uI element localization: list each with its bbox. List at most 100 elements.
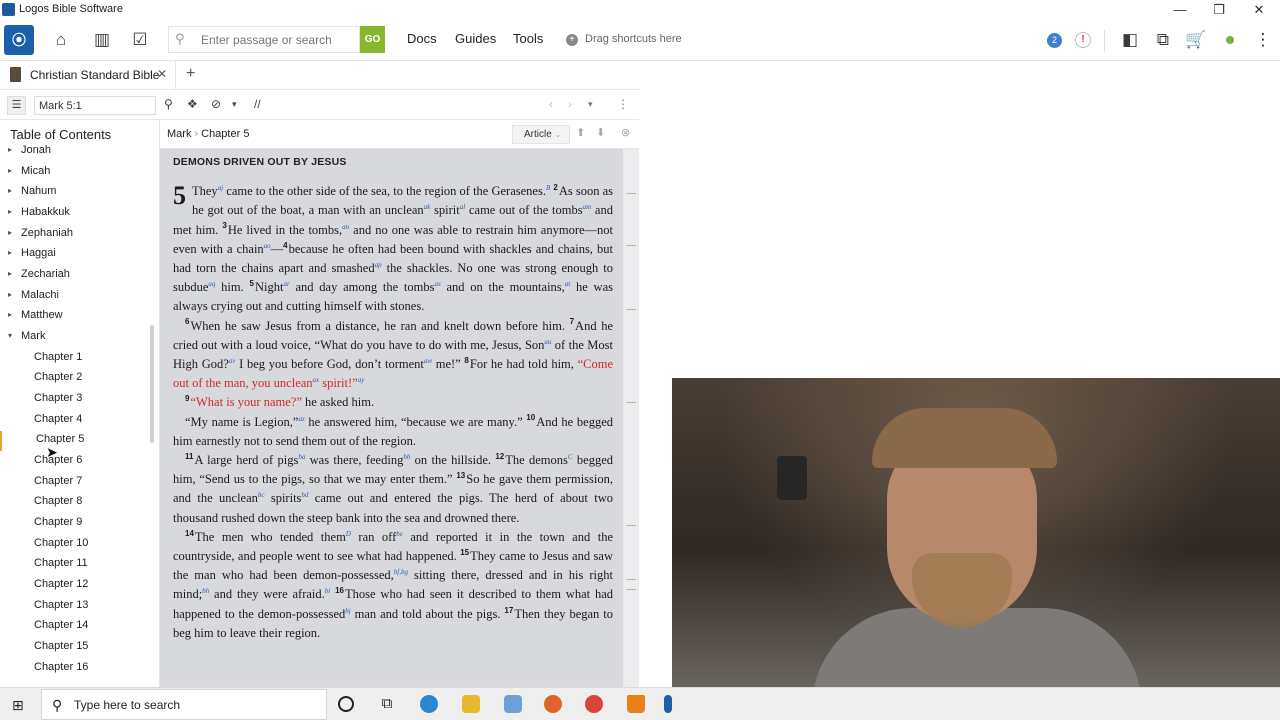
toc-book-matthew[interactable]: ▸ Matthew: [0, 307, 150, 327]
inline-search-icon[interactable]: ⊘: [211, 97, 221, 111]
reference-box: [34, 96, 156, 115]
view-mode-dropdown[interactable]: Article ⌄: [512, 125, 570, 144]
close-tab-icon[interactable]: ✕: [157, 67, 167, 81]
view-mode-label: Article: [524, 129, 552, 140]
toc-chapter-9[interactable]: Chapter 9: [0, 514, 150, 534]
toc-book-nahum[interactable]: ▸ Nahum: [0, 183, 150, 203]
library-icon[interactable]: ▥: [91, 29, 113, 51]
toc-book-habakkuk[interactable]: ▸ Habakkuk: [0, 204, 150, 224]
toc-scrollbar[interactable]: [150, 325, 154, 443]
toc-chapter-3[interactable]: Chapter 3: [0, 390, 150, 410]
taskbar-search[interactable]: ⚲ Type here to search: [41, 689, 327, 720]
breadcrumb-chapter[interactable]: Chapter 5: [201, 128, 249, 140]
visual-filters-icon[interactable]: ❖: [187, 97, 198, 111]
scripture-paragraph: 6When he saw Jesus from a distance, he r…: [173, 317, 614, 391]
toc-book-haggai[interactable]: ▸ Haggai: [0, 245, 150, 265]
toc-chapter-11[interactable]: Chapter 11: [0, 555, 150, 575]
logos-app-icon: [2, 3, 15, 16]
go-button[interactable]: GO: [360, 26, 385, 53]
cart-icon[interactable]: 🛒: [1185, 29, 1207, 51]
shortcuts-bar[interactable]: + Drag shortcuts here: [566, 33, 682, 46]
edge-icon[interactable]: [420, 695, 438, 713]
back-icon[interactable]: ‹: [549, 97, 553, 111]
toc-chapter-12[interactable]: Chapter 12: [0, 576, 150, 596]
parallel-resources-icon[interactable]: //: [254, 97, 261, 111]
gutter-marker: [626, 579, 636, 580]
collapse-icon: ▾: [8, 331, 13, 340]
toc-book-malachi[interactable]: ▸ Malachi: [0, 287, 150, 307]
firefox-icon[interactable]: [544, 695, 562, 713]
account-status-icon[interactable]: [1226, 36, 1234, 44]
panel-toolbar: ☰ ⚲ ❖ ⊘ ▾ // ‹ › ▾ ⋮: [0, 89, 639, 120]
toc-chapter-10[interactable]: Chapter 10: [0, 535, 150, 555]
new-tab-button[interactable]: +: [186, 65, 195, 83]
bible-text-pane[interactable]: DEMONS DRIVEN OUT BY JESUS 5 Theyaj came …: [160, 149, 639, 687]
history-dropdown-icon[interactable]: ▾: [588, 99, 593, 110]
search-box: ⚲: [168, 26, 360, 53]
toc-chapter-13[interactable]: Chapter 13: [0, 597, 150, 617]
breadcrumb-separator-icon: ›: [194, 128, 199, 140]
toc-chapter-2[interactable]: Chapter 2: [0, 369, 150, 389]
logos-home-button[interactable]: ⦿: [4, 25, 34, 55]
cortana-icon[interactable]: [338, 696, 354, 712]
menu-tools[interactable]: Tools: [513, 31, 543, 46]
toc-book-zechariah[interactable]: ▸ Zechariah: [0, 266, 150, 286]
expand-icon: ▸: [8, 166, 13, 175]
toc-chapter-1[interactable]: Chapter 1: [0, 349, 150, 369]
logos-taskbar-icon[interactable]: [664, 695, 672, 713]
toc-book-mark[interactable]: ▾ Mark: [0, 328, 150, 348]
windows-start-icon[interactable]: ⊞: [12, 697, 24, 714]
scripture-paragraph: 9“What is your name?” he asked him.: [185, 394, 375, 410]
mouse-cursor-icon: ➤: [46, 444, 58, 460]
toc-book-jonah[interactable]: ▸ Jonah: [0, 142, 150, 162]
tab-label: Christian Standard Bible: [30, 68, 160, 82]
toc-chapter-6[interactable]: Chapter 6: [0, 452, 150, 472]
toc-book-micah[interactable]: ▸ Micah: [0, 163, 150, 183]
find-icon[interactable]: ⚲: [164, 97, 173, 111]
forward-icon[interactable]: ›: [568, 97, 572, 111]
breadcrumb-book[interactable]: Mark: [167, 128, 191, 140]
task-view-icon[interactable]: ⧉: [378, 695, 396, 713]
toc-chapter-16[interactable]: Chapter 16: [0, 659, 150, 679]
panel-more-icon[interactable]: ⋮: [617, 97, 629, 111]
toc-chapter-8[interactable]: Chapter 8: [0, 493, 150, 513]
chrome-icon[interactable]: [585, 695, 603, 713]
minimize-button[interactable]: —: [1160, 0, 1200, 20]
tasks-icon[interactable]: ☑: [129, 29, 151, 51]
maximize-button[interactable]: ❐: [1199, 0, 1239, 20]
gutter-marker: [626, 193, 636, 194]
toolbar-divider: [1104, 30, 1105, 52]
toc-chapter-7[interactable]: Chapter 7: [0, 473, 150, 493]
toc-chapter-15[interactable]: Chapter 15: [0, 638, 150, 658]
layouts-icon[interactable]: ◧: [1119, 29, 1141, 51]
chapter-number: 5: [173, 181, 186, 211]
reference-input[interactable]: [35, 97, 155, 114]
more-options-icon[interactable]: ⋮: [1252, 29, 1274, 51]
toc-chapter-4[interactable]: Chapter 4: [0, 411, 150, 431]
tab-christian-standard-bible[interactable]: Christian Standard Bible ✕: [0, 61, 176, 89]
store-icon[interactable]: [504, 695, 522, 713]
previous-section-icon[interactable]: ⬆: [576, 126, 585, 139]
alert-icon[interactable]: !: [1075, 32, 1091, 48]
expand-icon: ▸: [8, 290, 13, 299]
close-panel-icon[interactable]: ⊗: [621, 126, 630, 139]
dropdown-icon[interactable]: ▾: [232, 99, 237, 110]
toc-book-zephaniah[interactable]: ▸ Zephaniah: [0, 225, 150, 245]
undock-icon[interactable]: ⧉: [1152, 29, 1174, 51]
vlc-icon[interactable]: [627, 695, 645, 713]
webcam-cap: [872, 408, 1057, 468]
toc-chapter-5[interactable]: Chapter 5: [0, 431, 150, 451]
next-section-icon[interactable]: ⬇: [596, 126, 605, 139]
close-window-button[interactable]: ✕: [1239, 0, 1279, 20]
reader-scroll-gutter[interactable]: [623, 149, 639, 687]
file-explorer-icon[interactable]: [462, 695, 480, 713]
menu-guides[interactable]: Guides: [455, 31, 496, 46]
search-input[interactable]: [201, 31, 356, 49]
home-icon[interactable]: ⌂: [50, 29, 72, 51]
notification-badge[interactable]: 2: [1047, 33, 1062, 48]
menu-docs[interactable]: Docs: [407, 31, 437, 46]
chevron-down-icon: ⌄: [554, 130, 562, 139]
panel-menu-icon[interactable]: ☰: [7, 96, 26, 115]
toc-chapter-14[interactable]: Chapter 14: [0, 617, 150, 637]
expand-icon: ▸: [8, 186, 13, 195]
